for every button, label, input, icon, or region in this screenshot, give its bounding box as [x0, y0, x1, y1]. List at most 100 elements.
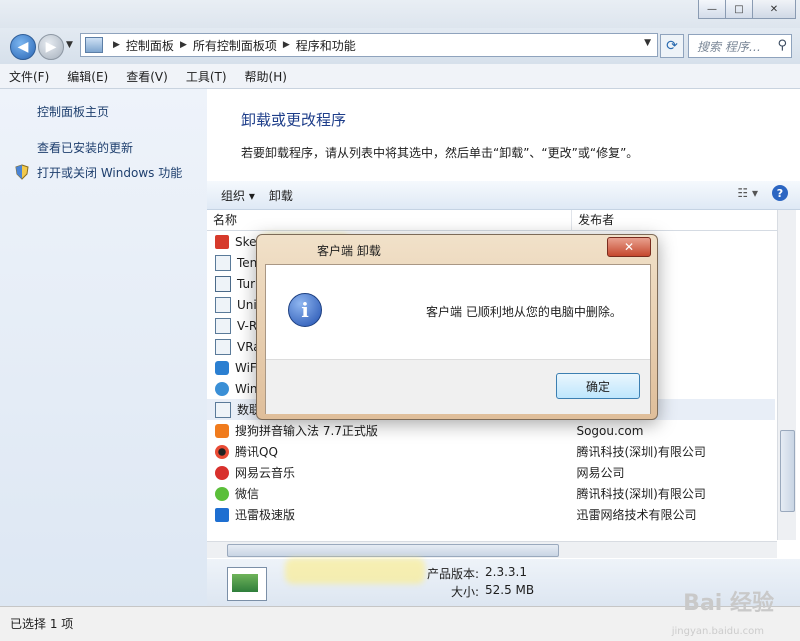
sketchup-icon	[215, 234, 229, 249]
program-name: 微信	[235, 487, 260, 501]
link-control-panel-home[interactable]: 控制面板主页	[37, 103, 109, 120]
breadcrumb-programs[interactable]: 程序和功能	[296, 37, 356, 54]
shield-icon	[15, 164, 29, 180]
breadcrumb-all-items[interactable]: 所有控制面板项	[193, 37, 277, 54]
sogou-icon	[215, 423, 229, 438]
arrow-left-icon: ◀	[17, 39, 29, 55]
wechat-icon	[215, 486, 229, 501]
status-selected: 已选择 1 项	[10, 617, 74, 631]
size-label: 大小:	[451, 585, 480, 599]
chevron-right-icon[interactable]: ▶	[283, 40, 290, 50]
program-publisher: 迅雷网络技术有限公司	[576, 508, 697, 522]
table-row[interactable]: 搜狗拼音输入法 7.7正式版 Sogou.com	[207, 420, 775, 441]
info-icon: i	[288, 293, 322, 327]
help-icon[interactable]: ?	[772, 185, 788, 201]
redaction-blur	[285, 558, 425, 584]
program-publisher: 腾讯科技(深圳)有限公司	[576, 487, 706, 501]
link-installed-updates[interactable]: 查看已安装的更新	[37, 139, 133, 156]
netease-music-icon	[215, 465, 229, 480]
search-icon: ⚲	[777, 38, 787, 53]
uninstall-button[interactable]: 卸载	[269, 187, 293, 204]
baidu-watermark: Bai 经验	[683, 591, 774, 616]
vertical-scrollbar[interactable]	[777, 210, 796, 540]
refresh-button[interactable]: ⟳	[660, 34, 684, 58]
app-icon	[215, 401, 231, 418]
column-header: 名称 发布者	[207, 210, 777, 231]
app-icon	[215, 317, 231, 334]
table-row[interactable]: 网易云音乐 网易公司	[207, 462, 775, 483]
search-placeholder: 搜索 程序…	[697, 39, 761, 54]
history-dropdown-icon[interactable]: ▼	[66, 40, 73, 50]
program-name: Ske	[235, 234, 257, 249]
program-publisher: 腾讯科技(深圳)有限公司	[576, 445, 706, 459]
size-value: 52.5 MB	[485, 583, 535, 597]
forward-button[interactable]: ▶	[38, 34, 64, 60]
app-icon	[215, 254, 231, 271]
maximize-button[interactable]: □	[725, 0, 753, 19]
app-icon	[215, 381, 229, 396]
program-name: 腾讯QQ	[235, 445, 278, 459]
organize-button[interactable]: 组织 ▾	[221, 187, 255, 204]
ok-button[interactable]: 确定	[556, 373, 640, 399]
menu-help[interactable]: 帮助(H)	[236, 68, 296, 85]
page-title: 卸载或更改程序	[241, 111, 347, 129]
command-bar: 组织 ▾ 卸载 ☷ ▾ ?	[207, 181, 800, 210]
control-panel-icon	[85, 37, 103, 53]
task-panel: 控制面板主页 查看已安装的更新 打开或关闭 Windows 功能	[0, 89, 207, 606]
menu-bar: 文件(F) 编辑(E) 查看(V) 工具(T) 帮助(H)	[0, 64, 800, 89]
scrollbar-thumb[interactable]	[780, 430, 795, 512]
search-input[interactable]: 搜索 程序… ⚲	[688, 34, 792, 58]
program-name: 搜狗拼音输入法 7.7正式版	[235, 424, 378, 438]
refresh-icon: ⟳	[666, 38, 678, 54]
minimize-button[interactable]: —	[698, 0, 726, 19]
dialog-close-button[interactable]: ✕	[607, 237, 651, 257]
program-thumbnail-icon	[227, 567, 267, 601]
window-controls: — □ ✕	[698, 0, 796, 19]
column-publisher[interactable]: 发布者	[572, 210, 777, 230]
version-value: 2.3.3.1	[485, 565, 527, 579]
menu-edit[interactable]: 编辑(E)	[58, 68, 117, 85]
table-row[interactable]: 迅雷极速版 迅雷网络技术有限公司	[207, 504, 775, 525]
qq-icon	[215, 444, 229, 459]
arrow-right-icon: ▶	[45, 39, 57, 55]
menu-file[interactable]: 文件(F)	[0, 68, 58, 85]
program-publisher: Sogou.com	[576, 423, 644, 438]
address-dropdown-icon[interactable]: ▼	[644, 38, 651, 48]
address-bar[interactable]: ▶ 控制面板 ▶ 所有控制面板项 ▶ 程序和功能 ▼	[80, 33, 658, 57]
breadcrumb-control-panel[interactable]: 控制面板	[126, 37, 174, 54]
program-name: 迅雷极速版	[235, 508, 296, 522]
scrollbar-thumb[interactable]	[227, 544, 559, 557]
baidu-watermark-url: jingyan.baidu.com	[671, 626, 764, 637]
link-windows-features[interactable]: 打开或关闭 Windows 功能	[37, 164, 182, 181]
app-icon	[215, 338, 231, 355]
menu-view[interactable]: 查看(V)	[117, 68, 177, 85]
app-icon	[215, 275, 231, 292]
status-bar: 已选择 1 项 Bai 经验 jingyan.baidu.com	[0, 591, 800, 641]
program-publisher: 网易公司	[576, 466, 625, 480]
window-titlebar: — □ ✕	[0, 0, 800, 28]
page-description: 若要卸载程序，请从列表中将其选中，然后单击“卸载”、“更改”或“修复”。	[241, 146, 639, 160]
program-name: 网易云音乐	[235, 466, 296, 480]
xunlei-icon	[215, 507, 229, 522]
table-row[interactable]: 腾讯QQ 腾讯科技(深圳)有限公司	[207, 441, 775, 462]
dialog-title: 客户端 卸载	[317, 244, 381, 258]
chevron-right-icon[interactable]: ▶	[113, 40, 120, 50]
version-label: 产品版本:	[427, 567, 480, 581]
dialog-message: 客户端 已顺利地从您的电脑中删除。	[426, 305, 622, 319]
horizontal-scrollbar[interactable]	[207, 541, 777, 558]
column-name[interactable]: 名称	[207, 210, 573, 230]
close-window-button[interactable]: ✕	[752, 0, 796, 19]
navigation-bar: ◀ ▶ ▼ ▶ 控制面板 ▶ 所有控制面板项 ▶ 程序和功能 ▼ ⟳ 搜索 程序…	[0, 28, 800, 64]
chevron-right-icon[interactable]: ▶	[180, 40, 187, 50]
dialog-body: i 客户端 已顺利地从您的电脑中删除。 确定	[265, 264, 651, 414]
table-row[interactable]: 微信 腾讯科技(深圳)有限公司	[207, 483, 775, 504]
program-name: V-R	[237, 318, 258, 333]
view-options-icon[interactable]: ☷ ▾	[737, 186, 758, 200]
wifi-icon	[215, 360, 229, 375]
dialog-footer: 确定	[266, 359, 650, 414]
menu-tools[interactable]: 工具(T)	[177, 68, 236, 85]
program-name: WiF	[235, 360, 257, 375]
app-icon	[215, 296, 231, 313]
uninstall-dialog: 客户端 卸载 ✕ i 客户端 已顺利地从您的电脑中删除。 确定	[256, 234, 658, 420]
back-button[interactable]: ◀	[10, 34, 36, 60]
